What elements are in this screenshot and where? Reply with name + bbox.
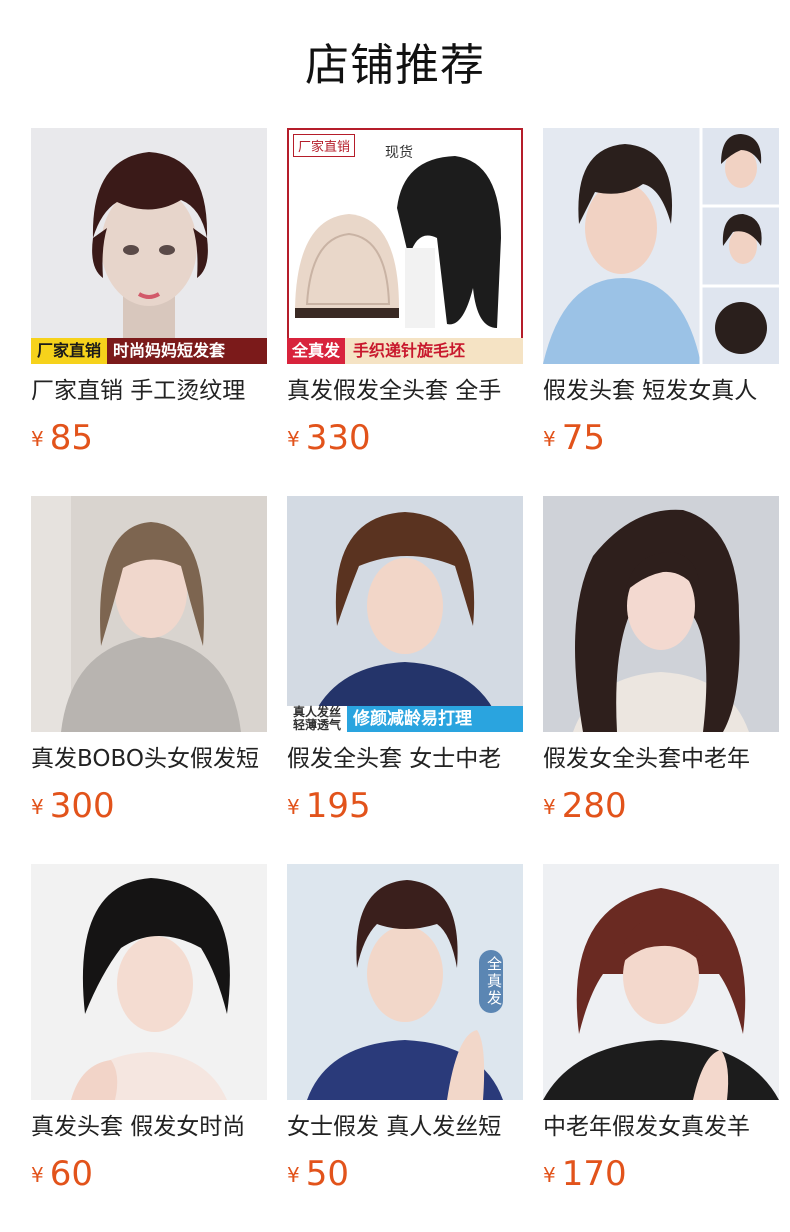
product-image[interactable] — [31, 864, 267, 1100]
product-name[interactable]: 真发头套 假发女时尚 — [31, 1110, 267, 1144]
currency-symbol: ¥ — [543, 1163, 556, 1187]
product-image[interactable]: 厂家直销 现货 全真发 手织递针旋毛坯 — [287, 128, 523, 364]
product-image[interactable]: 厂家直销 时尚妈妈短发套 — [31, 128, 267, 364]
product-price: ¥170 — [543, 1152, 779, 1196]
price-value: 50 — [305, 1154, 349, 1194]
currency-symbol: ¥ — [287, 1163, 300, 1187]
product-price: ¥50 — [287, 1152, 523, 1196]
product-grid: 厂家直销 时尚妈妈短发套 厂家直销 手工烫纹理 ¥85 厂家直销 现货 全真发 — [31, 128, 779, 1194]
product-image[interactable] — [543, 496, 779, 732]
price-value: 330 — [305, 418, 371, 458]
product-card[interactable]: 中老年假发女真发羊 ¥170 — [543, 864, 779, 1194]
currency-symbol: ¥ — [287, 427, 300, 451]
currency-symbol: ¥ — [31, 1163, 44, 1187]
product-image[interactable]: 真人发丝 轻薄透气 修颜减龄易打理 — [287, 496, 523, 732]
product-name[interactable]: 真发假发全头套 全手 — [287, 374, 523, 408]
promo-banner: 真人发丝 轻薄透气 修颜减龄易打理 — [287, 706, 523, 732]
product-card[interactable]: 厂家直销 时尚妈妈短发套 厂家直销 手工烫纹理 ¥85 — [31, 128, 267, 458]
model-collage-image — [543, 128, 779, 364]
banner-left-text: 全真发 — [287, 338, 346, 364]
banner-right-text: 修颜减龄易打理 — [347, 706, 523, 732]
banner-right-text: 时尚妈妈短发套 — [107, 338, 267, 364]
product-price: ¥330 — [287, 416, 523, 460]
product-image[interactable]: 全真发 — [287, 864, 523, 1100]
product-price: ¥75 — [543, 416, 779, 460]
promo-banner: 全真发 手织递针旋毛坯 — [287, 338, 523, 364]
banner-left-text: 厂家直销 — [31, 338, 108, 364]
product-name[interactable]: 假发全头套 女士中老 — [287, 742, 523, 776]
model-image — [287, 496, 523, 732]
product-card[interactable]: 厂家直销 现货 全真发 手织递针旋毛坯 真发假发全头套 全手 ¥330 — [287, 128, 523, 458]
product-name[interactable]: 假发女全头套中老年 — [543, 742, 779, 776]
in-stock-tag: 现货 — [385, 145, 413, 161]
product-price: ¥300 — [31, 784, 267, 828]
product-price: ¥60 — [31, 1152, 267, 1196]
banner-left-line2: 轻薄透气 — [293, 718, 342, 732]
section-title: 店铺推荐 — [305, 40, 485, 91]
product-card[interactable]: 真发头套 假发女时尚 ¥60 — [31, 864, 267, 1194]
currency-symbol: ¥ — [287, 795, 300, 819]
product-card[interactable]: 真发BOBO头女假发短 ¥300 — [31, 496, 267, 826]
product-card[interactable]: 真人发丝 轻薄透气 修颜减龄易打理 假发全头套 女士中老 ¥195 — [287, 496, 523, 826]
price-value: 60 — [49, 1154, 93, 1194]
product-card[interactable]: 假发头套 短发女真人 ¥75 — [543, 128, 779, 458]
model-image — [31, 864, 267, 1100]
product-price: ¥280 — [543, 784, 779, 828]
product-name[interactable]: 假发头套 短发女真人 — [543, 374, 779, 408]
banner-left-text: 真人发丝 轻薄透气 — [287, 706, 348, 732]
product-card[interactable]: 假发女全头套中老年 ¥280 — [543, 496, 779, 826]
banner-right-text: 手织递针旋毛坯 — [345, 338, 523, 364]
price-value: 195 — [305, 786, 371, 826]
mannequin-image — [31, 128, 267, 364]
product-name[interactable]: 中老年假发女真发羊 — [543, 1110, 779, 1144]
model-image — [543, 864, 779, 1100]
model-image — [543, 496, 779, 732]
real-hair-tag: 全真发 — [479, 950, 503, 1013]
currency-symbol: ¥ — [543, 795, 556, 819]
product-image[interactable] — [543, 864, 779, 1100]
price-value: 280 — [561, 786, 627, 826]
product-card[interactable]: 全真发 女士假发 真人发丝短 ¥50 — [287, 864, 523, 1194]
currency-symbol: ¥ — [31, 795, 44, 819]
currency-symbol: ¥ — [543, 427, 556, 451]
price-value: 300 — [49, 786, 115, 826]
product-name[interactable]: 厂家直销 手工烫纹理 — [31, 374, 267, 408]
price-value: 85 — [49, 418, 93, 458]
model-image — [31, 496, 267, 732]
product-image[interactable] — [543, 128, 779, 364]
product-price: ¥195 — [287, 784, 523, 828]
price-value: 75 — [561, 418, 605, 458]
price-value: 170 — [561, 1154, 627, 1194]
currency-symbol: ¥ — [31, 427, 44, 451]
factory-tag: 厂家直销 — [293, 134, 356, 157]
wig-product-image — [287, 128, 523, 364]
product-image[interactable] — [31, 496, 267, 732]
product-price: ¥85 — [31, 416, 267, 460]
product-name[interactable]: 女士假发 真人发丝短 — [287, 1110, 523, 1144]
promo-banner: 厂家直销 时尚妈妈短发套 — [31, 338, 267, 364]
product-name[interactable]: 真发BOBO头女假发短 — [31, 742, 267, 776]
